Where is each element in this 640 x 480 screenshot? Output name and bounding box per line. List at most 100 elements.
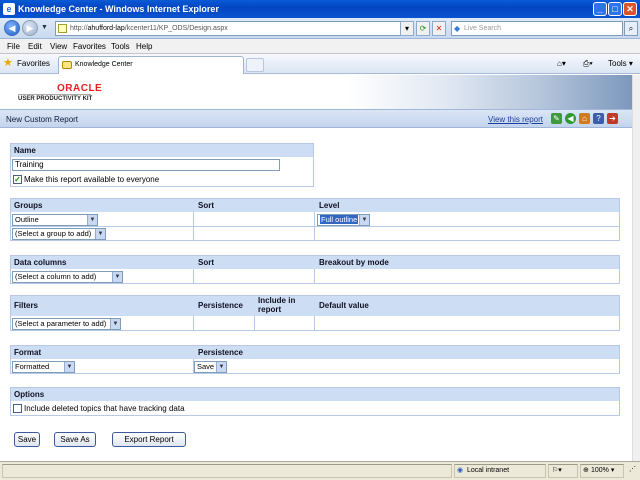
row-divider [11, 226, 619, 227]
column-divider [314, 269, 315, 283]
level-select-value: Full outline [320, 215, 359, 224]
name-section: Name Training ✓ Make this report availab… [10, 143, 314, 187]
add-group-select[interactable]: (Select a group to add) ▼ [12, 228, 106, 240]
level-select[interactable]: Full outline ▼ [317, 214, 370, 226]
add-column-placeholder: (Select a column to add) [15, 272, 97, 281]
groups-heading: Groups [14, 201, 43, 210]
format-select[interactable]: Formatted ▼ [12, 361, 75, 373]
format-select-value: Formatted [15, 362, 50, 371]
star-icon: ★ [3, 57, 13, 69]
recent-pages-dropdown-icon[interactable]: ▼ [41, 24, 48, 31]
report-header: New Custom Report View this report ✎ ◀ ⌂… [0, 109, 632, 128]
chevron-down-icon: ▼ [87, 215, 97, 225]
new-tab-button[interactable] [246, 58, 264, 72]
tab-page-icon [62, 61, 72, 69]
minimize-button[interactable]: _ [593, 2, 607, 16]
menu-view[interactable]: View [50, 42, 67, 51]
page-icon [58, 24, 67, 33]
status-message [2, 464, 452, 478]
column-divider [314, 316, 315, 330]
options-heading: Options [11, 388, 619, 401]
format-persistence-select[interactable]: Save ▼ [194, 361, 227, 373]
home-page-icon[interactable]: ⌂ [579, 113, 590, 124]
window-title: Knowledge Center - Windows Internet Expl… [18, 4, 219, 14]
window-titlebar: e Knowledge Center - Windows Internet Ex… [0, 0, 640, 18]
data-columns-header-row: Data columns Sort Breakout by mode [11, 256, 619, 269]
print-icon[interactable]: ⎙▾ [583, 58, 593, 70]
format-section: Format Persistence Formatted ▼ Save ▼ [10, 345, 620, 374]
forward-button[interactable]: ▶ [22, 20, 38, 36]
address-toolbar: ◀ ▶ ▼ http://ahufford-lap/kcenter11/KP_O… [0, 18, 640, 39]
chevron-down-icon: ▼ [95, 229, 105, 239]
format-heading: Format [14, 348, 42, 357]
search-go-icon[interactable]: ⌕ [624, 21, 638, 36]
oracle-banner: ORACLE USER PRODUCTIVITY KIT [0, 75, 632, 109]
add-column-select[interactable]: (Select a column to add) ▼ [12, 271, 123, 283]
groups-section: Groups Sort Level Outline ▼ Full outline… [10, 198, 620, 241]
home-icon[interactable]: ⌂▾ [557, 58, 566, 70]
deleted-topics-checkbox[interactable] [13, 404, 22, 413]
address-dropdown-icon[interactable]: ▾ [400, 21, 414, 36]
refresh-icon[interactable]: ⟳ [416, 21, 430, 36]
filters-heading: Filters [14, 301, 39, 310]
back-button[interactable]: ◀ [4, 20, 20, 36]
menu-edit[interactable]: Edit [28, 42, 42, 51]
favorites-button[interactable]: ★ Favorites [3, 57, 50, 71]
menu-help[interactable]: Help [136, 42, 152, 51]
zoom-level: 100% [591, 467, 609, 474]
tools-label: Tools [608, 59, 627, 68]
add-parameter-placeholder: (Select a parameter to add) [15, 319, 107, 328]
resize-grip-icon[interactable]: ⋰ [626, 464, 639, 478]
zoom-control[interactable]: ⊕ 100% ▾ [580, 464, 624, 478]
format-header-row: Format Persistence [11, 346, 619, 359]
group-select[interactable]: Outline ▼ [12, 214, 98, 226]
stop-icon[interactable]: ✕ [432, 21, 446, 36]
page-scrollbar[interactable] [632, 75, 640, 461]
search-placeholder: Live Search [464, 25, 501, 32]
chevron-down-icon: ▼ [112, 272, 122, 282]
ie-logo-icon: e [3, 3, 15, 15]
protected-mode-icon[interactable]: ⚐▾ [548, 464, 578, 478]
favorites-label: Favorites [17, 59, 50, 68]
save-button[interactable]: Save [14, 432, 40, 447]
chevron-down-icon: ▼ [110, 319, 120, 329]
save-as-button[interactable]: Save As [54, 432, 96, 447]
maximize-button[interactable]: □ [608, 2, 622, 16]
data-columns-heading: Data columns [14, 258, 67, 267]
address-input[interactable]: http://ahufford-lap/kcenter11/KP_ODS/Des… [55, 21, 413, 36]
back-nav-icon[interactable]: ◀ [565, 113, 576, 124]
edit-icon[interactable]: ✎ [551, 113, 562, 124]
menu-tools[interactable]: Tools [111, 42, 130, 51]
tools-menu-button[interactable]: Tools ▾ [608, 58, 633, 70]
data-columns-section: Data columns Sort Breakout by mode (Sele… [10, 255, 620, 284]
format-persistence-heading: Persistence [198, 348, 243, 357]
security-zone[interactable]: ◉ Local intranet [454, 464, 546, 478]
add-parameter-select[interactable]: (Select a parameter to add) ▼ [12, 318, 121, 330]
zone-label: Local intranet [467, 467, 510, 474]
logo-divider [18, 94, 91, 95]
chevron-down-icon: ▼ [359, 215, 369, 225]
filters-header-row: Filters Persistence Include in report De… [11, 296, 619, 316]
groups-sort-heading: Sort [198, 201, 214, 210]
menu-file[interactable]: File [7, 42, 20, 51]
logout-icon[interactable]: ➔ [607, 113, 618, 124]
groups-level-heading: Level [319, 201, 340, 210]
default-value-heading: Default value [319, 301, 369, 310]
menu-bar: File Edit View Favorites Tools Help [0, 39, 640, 54]
share-label: Make this report available to everyone [24, 175, 160, 184]
export-report-button[interactable]: Export Report [112, 432, 186, 447]
url-path: /kcenter11/KP_ODS/Design.aspx [124, 25, 228, 32]
report-name-input[interactable]: Training [12, 159, 280, 171]
tab-knowledge-center[interactable]: Knowledge Center [58, 56, 244, 74]
deleted-topics-label: Include deleted topics that have trackin… [24, 404, 185, 413]
share-checkbox[interactable]: ✓ [13, 175, 22, 184]
url-host: ahufford-lap [87, 25, 125, 32]
search-input[interactable]: ◆ Live Search [451, 21, 623, 36]
view-report-link[interactable]: View this report [488, 115, 543, 124]
web-page: ORACLE USER PRODUCTIVITY KIT New Custom … [0, 75, 632, 461]
help-icon[interactable]: ? [593, 113, 604, 124]
close-window-button[interactable]: ✕ [623, 2, 637, 16]
menu-favorites[interactable]: Favorites [73, 42, 106, 51]
add-group-placeholder: (Select a group to add) [15, 229, 92, 238]
oracle-logo: ORACLE [57, 83, 103, 94]
